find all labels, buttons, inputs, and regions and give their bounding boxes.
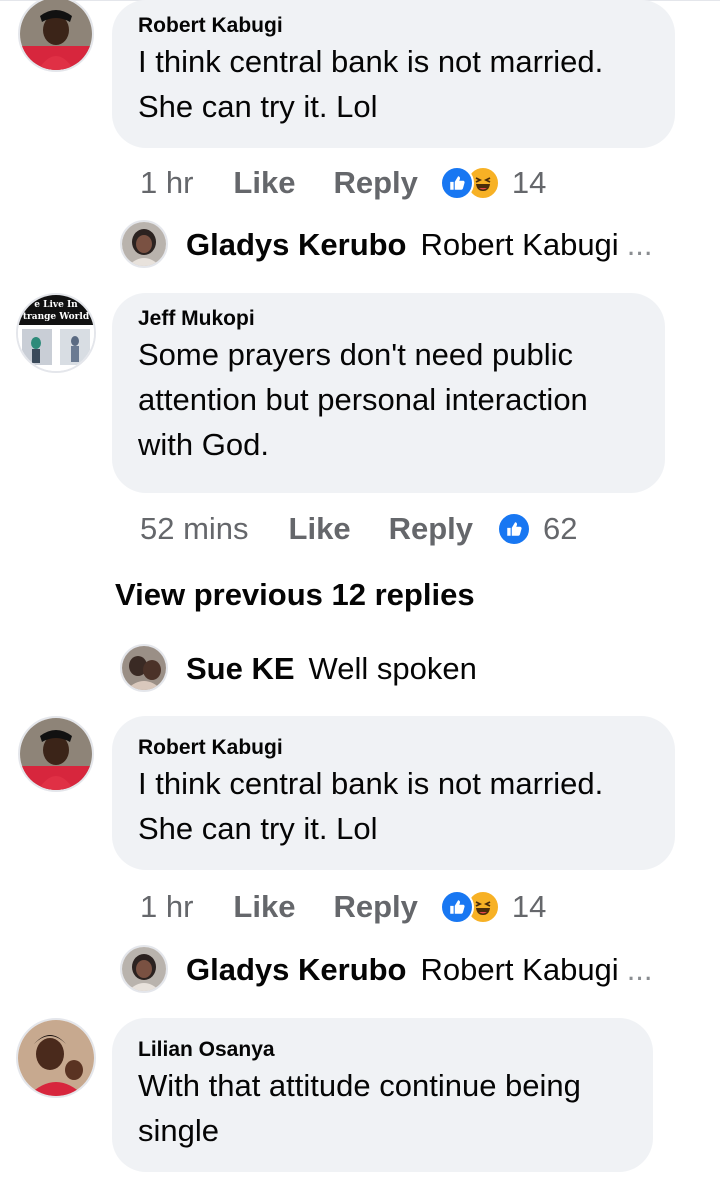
comment-text-line: single	[138, 1113, 219, 1148]
comment-text-line: She can try it. Lol	[138, 811, 378, 846]
comment-text-line: I think central bank is not married.	[138, 44, 604, 79]
comment-actions: 1 hr Like Reply 14	[140, 163, 546, 203]
avatar-jeff-mukopi[interactable]: e Live In trange World	[16, 293, 96, 373]
comment-bubble[interactable]: Robert Kabugi I think central bank is no…	[112, 716, 675, 870]
reactions-summary[interactable]: 14	[439, 165, 547, 201]
thumbs-up-reaction-icon	[439, 890, 474, 924]
reply-text: Well spoken	[308, 651, 477, 686]
avatar-sue-ke[interactable]	[120, 644, 168, 692]
like-button[interactable]: Like	[233, 889, 295, 925]
reply-button[interactable]: Reply	[389, 511, 473, 547]
comment-author[interactable]: Jeff Mukopi	[138, 305, 643, 332]
reactions-summary[interactable]: 62	[497, 511, 577, 547]
comment-text-line: with God.	[138, 427, 269, 462]
avatar-lilian-osanya[interactable]	[16, 1018, 96, 1098]
reply-author[interactable]: Gladys Kerubo	[186, 952, 407, 988]
reaction-count: 14	[511, 889, 547, 924]
avatar-gladys-kerubo[interactable]	[120, 945, 168, 993]
comment-actions: 52 mins Like Reply 62	[140, 509, 577, 549]
avatar-caption-line: trange World	[23, 312, 90, 322]
comment-bubble[interactable]: Jeff Mukopi Some prayers don't need publ…	[112, 293, 665, 493]
comment-text-line: She can try it. Lol	[138, 89, 378, 124]
comment-text-line: I think central bank is not married.	[138, 766, 604, 801]
reactions-summary[interactable]: 14	[439, 889, 547, 925]
comment-actions: 1 hr Like Reply 14	[140, 887, 546, 927]
reply-text: Robert Kabugi	[420, 952, 619, 987]
comment-author[interactable]: Lilian Osanya	[138, 1036, 631, 1063]
reply-ellipsis: ...	[626, 227, 653, 262]
reply-button[interactable]: Reply	[333, 165, 417, 201]
reply-button[interactable]: Reply	[333, 889, 417, 925]
comment-timestamp[interactable]: 1 hr	[140, 165, 193, 201]
thumbs-up-reaction-icon	[439, 166, 474, 200]
comment-bubble[interactable]: Lilian Osanya With that attitude continu…	[112, 1018, 653, 1172]
avatar-robert-kabugi[interactable]	[18, 0, 94, 72]
comment-timestamp[interactable]: 1 hr	[140, 889, 193, 925]
reply-preview[interactable]: Gladys Kerubo Robert Kabugi ...	[186, 220, 653, 270]
like-button[interactable]: Like	[289, 511, 351, 547]
avatar-robert-kabugi[interactable]	[18, 716, 94, 792]
comment-author[interactable]: Robert Kabugi	[138, 12, 653, 39]
avatar-gladys-kerubo[interactable]	[120, 220, 168, 268]
reaction-count: 62	[543, 511, 578, 546]
comment-text-line: With that attitude continue being	[138, 1068, 581, 1103]
reply-ellipsis: ...	[626, 952, 653, 987]
reply-text: Robert Kabugi	[420, 227, 619, 262]
view-previous-replies-link[interactable]: View previous 12 replies	[115, 577, 475, 613]
like-button[interactable]: Like	[233, 165, 295, 201]
reply-preview[interactable]: Sue KE Well spoken	[186, 644, 477, 694]
comment-text-line: Some prayers don't need public	[138, 337, 574, 372]
thumbs-up-reaction-icon	[497, 512, 531, 546]
comment-timestamp[interactable]: 52 mins	[140, 511, 249, 547]
reaction-count: 14	[511, 165, 547, 200]
reply-author[interactable]: Sue KE	[186, 651, 295, 687]
reply-author[interactable]: Gladys Kerubo	[186, 227, 407, 263]
comment-bubble[interactable]: Robert Kabugi I think central bank is no…	[112, 0, 675, 148]
comment-text-line: attention but personal interaction	[138, 382, 588, 417]
avatar-caption-line: e Live In	[34, 300, 78, 310]
comment-author[interactable]: Robert Kabugi	[138, 734, 653, 761]
reply-preview[interactable]: Gladys Kerubo Robert Kabugi ...	[186, 945, 653, 995]
